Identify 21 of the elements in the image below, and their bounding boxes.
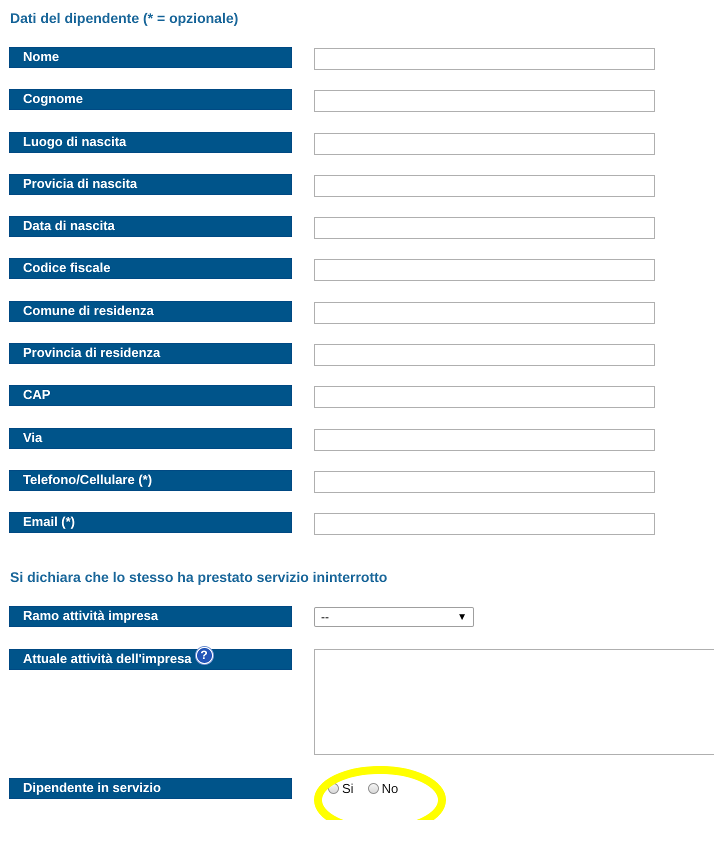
section-heading: Dati del dipendente (* = opzionale) <box>9 10 240 26</box>
label-text: Luogo di nascita <box>23 134 126 149</box>
label-text: Attuale attività dell'impresa <box>23 650 192 666</box>
label-text: Codice fiscale <box>23 260 110 276</box>
dropdown[interactable]: -- ▼ <box>314 607 474 628</box>
label-text: Via <box>23 430 42 445</box>
label-text: Ramo attività impresa <box>23 608 158 624</box>
label-text: Telefono/Cellulare (*) <box>23 472 152 487</box>
help-icon[interactable]: ? <box>196 646 213 664</box>
label-text: Provincia di residenza <box>23 345 160 360</box>
label-text: Provicia di nascita <box>23 176 138 191</box>
radio-option[interactable]: Si <box>328 780 354 796</box>
label-text: Dipendente in servizio <box>23 780 161 795</box>
label-text: Comune di residenza <box>23 302 154 318</box>
radio-option[interactable]: No <box>368 780 398 796</box>
label-text: CAP <box>23 387 50 402</box>
section-heading: Si dichiara che lo stesso ha prestato servizio ininterrotto <box>9 569 388 586</box>
label-text: Nome <box>23 49 60 64</box>
label-text: Email (*) <box>23 514 76 530</box>
label-text: Cognome <box>23 91 83 106</box>
label-text: Data di nascita <box>23 218 115 234</box>
